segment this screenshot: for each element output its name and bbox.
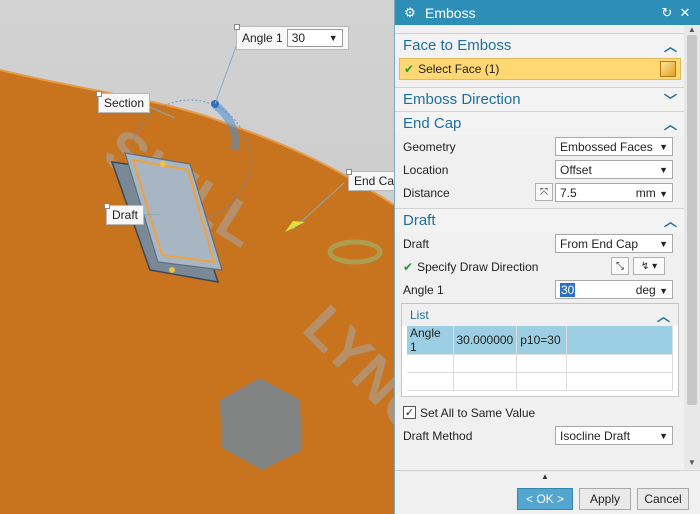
angle-1-input-overlay[interactable]: Angle 1 30 ▼ (234, 24, 349, 50)
list-row[interactable]: Angle 1 30.000000 p10=30 (407, 326, 673, 355)
geometry-row: Geometry Embossed Faces ▼ (395, 135, 685, 158)
dialog-title: Emboss (425, 4, 476, 21)
draft-angle-row: Angle 1 30 deg ▼ (395, 278, 685, 301)
list-header[interactable]: List ︿ (402, 304, 678, 326)
dialog-scrollbar[interactable]: ▲ ▼ (684, 25, 700, 469)
gear-icon[interactable]: ⚙ (401, 5, 419, 21)
section-emboss-direction[interactable]: Emboss Direction ﹀ (395, 87, 685, 111)
list-row-empty (407, 372, 673, 391)
section-end-cap[interactable]: End Cap ︿ (395, 111, 685, 135)
scrollbar-thumb[interactable] (687, 35, 697, 405)
dialog-footer: ▲ < OK > Apply Cancel (395, 470, 700, 514)
section-handle-label[interactable]: Section (96, 91, 151, 113)
draft-row: Draft From End Cap ▼ (395, 232, 685, 255)
list-title: List (410, 308, 429, 322)
chevron-down-icon[interactable]: ▼ (329, 33, 338, 43)
end-cap-handle-label[interactable]: End Ca (346, 169, 394, 191)
scroll-down-icon[interactable]: ▼ (684, 458, 700, 467)
section-title: End Cap (403, 115, 462, 132)
ok-button[interactable]: < OK > (517, 488, 573, 510)
reverse-direction-icon[interactable]: ⤡ (611, 257, 629, 275)
draft-handle-label[interactable]: Draft (104, 203, 145, 225)
scroll-up-icon[interactable]: ▲ (684, 25, 700, 34)
collapse-chevron-icon[interactable]: ︿ (664, 36, 677, 55)
cancel-button[interactable]: Cancel (637, 488, 689, 510)
geometry-label: Geometry (403, 139, 456, 154)
chevron-down-icon[interactable]: ▼ (659, 189, 668, 199)
reset-icon[interactable]: ↻ (658, 5, 676, 21)
chevron-down-icon[interactable]: ▼ (659, 286, 668, 296)
angle-1-input[interactable]: 30 deg ▼ (555, 280, 673, 299)
collapse-chevron-icon[interactable]: ︿ (657, 306, 670, 325)
location-select[interactable]: Offset ▼ (555, 160, 673, 179)
chevron-down-icon: ▼ (659, 164, 668, 175)
draft-angle-list: List ︿ Angle 1 30.000000 p10=30 (401, 303, 679, 397)
face-selector-icon[interactable] (660, 61, 676, 77)
emboss-dialog: ⚙ Emboss ↻ ✕ Face to Emboss ︿ ✔ Select F… (394, 0, 700, 514)
angle-unit: deg (635, 282, 656, 297)
location-row: Location Offset ▼ (395, 158, 685, 181)
section-title: Draft (403, 212, 436, 229)
list-row-empty (407, 354, 673, 373)
checkmark-icon: ✔ (404, 62, 415, 76)
chevron-down-icon: ▼ (659, 430, 668, 441)
more-options-icon[interactable]: ▲ (541, 472, 549, 481)
location-label: Location (403, 162, 449, 177)
set-all-same-value-checkbox[interactable]: ✓ (403, 406, 416, 419)
draft-method-select[interactable]: Isocline Draft ▼ (555, 426, 673, 445)
distance-label: Distance (403, 185, 450, 200)
draft-method-row: Draft Method Isocline Draft ▼ (395, 424, 685, 447)
set-all-same-value-label: Set All to Same Value (420, 405, 536, 420)
dialog-body: Face to Emboss ︿ ✔ Select Face (1) Embos… (395, 25, 685, 465)
specify-draw-direction-row[interactable]: ✔ Specify Draw Direction ⤡ ↯ ▾ (395, 255, 685, 278)
apply-button[interactable]: Apply (579, 488, 631, 510)
checkmark-icon: ✔ (403, 259, 414, 274)
formula-icon[interactable]: ⤧ (535, 183, 553, 201)
model-view: SKILL LYNC (0, 43, 394, 514)
distance-row: Distance ⤧ 7.5 mm ▼ (395, 181, 685, 204)
chevron-down-icon: ▼ (659, 238, 668, 249)
distance-input[interactable]: 7.5 mm ▼ (555, 183, 673, 202)
angle-1-overlay-label: Angle 1 (242, 31, 283, 45)
select-face-label: Select Face (1) (418, 62, 500, 76)
angle-1-label: Angle 1 (403, 282, 444, 297)
dialog-titlebar[interactable]: ⚙ Emboss ↻ ✕ (395, 0, 700, 25)
close-icon[interactable]: ✕ (676, 5, 694, 21)
expand-chevron-icon[interactable]: ﹀ (664, 90, 677, 109)
collapse-chevron-icon[interactable]: ︿ (664, 211, 677, 230)
draft-label: Draft (403, 236, 430, 251)
geometry-select[interactable]: Embossed Faces ▼ (555, 137, 673, 156)
section-face-to-emboss[interactable]: Face to Emboss ︿ (395, 33, 685, 57)
set-all-same-value-row[interactable]: ✓ Set All to Same Value (395, 401, 685, 424)
draft-method-label: Draft Method (403, 428, 473, 443)
distance-unit: mm (635, 185, 656, 200)
specify-draw-direction-label: Specify Draw Direction (417, 259, 539, 274)
draft-select[interactable]: From End Cap ▼ (555, 234, 673, 253)
angle-1-overlay-field[interactable]: 30 ▼ (286, 29, 343, 47)
graphics-viewport[interactable]: SKILL LYNC Angle 1 30 ▼ (0, 0, 394, 514)
chevron-down-icon: ▼ (659, 141, 668, 152)
section-title: Emboss Direction (403, 91, 521, 108)
list-table: Angle 1 30.000000 p10=30 (407, 326, 673, 391)
collapse-chevron-icon[interactable]: ︿ (664, 114, 677, 133)
section-title: Face to Emboss (403, 37, 512, 54)
section-draft[interactable]: Draft ︿ (395, 208, 685, 232)
select-face-row[interactable]: ✔ Select Face (1) (399, 58, 681, 80)
vector-dialog-icon[interactable]: ↯ ▾ (633, 257, 665, 275)
